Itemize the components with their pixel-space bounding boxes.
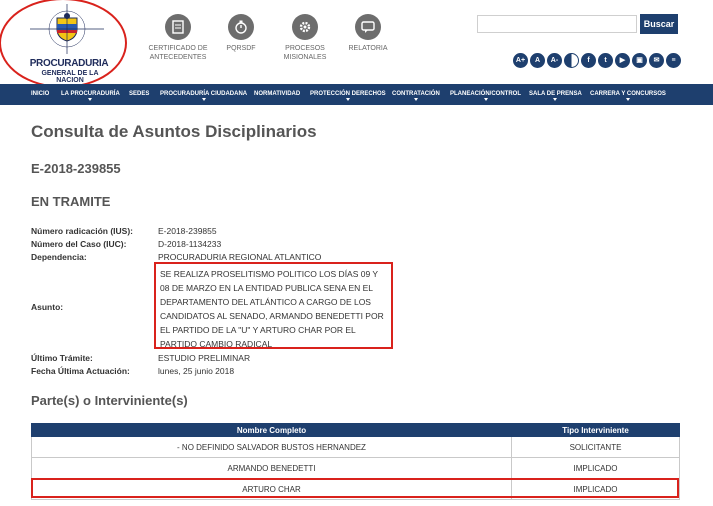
detail-label: Fecha Última Actuación: bbox=[31, 366, 130, 376]
quick-link-procesos[interactable]: PROCESOS MISIONALES bbox=[270, 14, 340, 62]
caret-down-icon bbox=[201, 98, 206, 101]
caret-down-icon bbox=[413, 98, 418, 101]
instagram-icon[interactable]: ▣ bbox=[632, 53, 647, 68]
quick-link-label: CERTIFICADO DE ANTECEDENTES bbox=[148, 45, 208, 61]
annotation-row-highlight bbox=[31, 478, 679, 498]
email-icon[interactable]: ✉ bbox=[649, 53, 664, 68]
party-type: SOLICITANTE bbox=[511, 436, 680, 458]
table-row: ARMANDO BENEDETTI IMPLICADO bbox=[31, 457, 680, 479]
case-id-heading: E-2018-239855 bbox=[31, 161, 121, 176]
font-decrease-button[interactable]: A- bbox=[547, 53, 562, 68]
detail-value: lunes, 25 junio 2018 bbox=[158, 366, 235, 376]
nav-item-carrera-concursos[interactable]: Carrera y Concursos bbox=[590, 84, 666, 105]
nav-item-planeacion-control[interactable]: Planeación/Control bbox=[450, 84, 521, 105]
caret-down-icon bbox=[553, 98, 558, 101]
detail-label: Número del Caso (IUC): bbox=[31, 239, 127, 249]
column-header: Nombre Completo bbox=[31, 423, 512, 437]
table-row: - NO DEFINIDO SALVADOR BUSTOS HERNANDEZ … bbox=[31, 436, 680, 458]
search-button[interactable]: Buscar bbox=[640, 14, 678, 34]
twitter-icon[interactable]: t bbox=[598, 53, 613, 68]
nav-item-sedes[interactable]: Sedes bbox=[129, 84, 149, 105]
caret-down-icon bbox=[88, 98, 93, 101]
main-nav: Inicio La Procuraduría Sedes Procuradurí… bbox=[0, 84, 713, 105]
compass-lines-icon bbox=[30, 4, 104, 54]
gear-icon bbox=[292, 14, 318, 40]
quick-link-label: PQRSDF bbox=[226, 45, 256, 52]
detail-label: Asunto: bbox=[31, 302, 64, 312]
quick-link-certificado[interactable]: CERTIFICADO DE ANTECEDENTES bbox=[143, 14, 213, 62]
quick-link-label: PROCESOS MISIONALES bbox=[283, 45, 327, 61]
chat-icon bbox=[355, 14, 381, 40]
nav-item-contratacion[interactable]: Contratación bbox=[392, 84, 440, 105]
caret-down-icon bbox=[483, 98, 488, 101]
rss-icon[interactable]: ≡ bbox=[666, 53, 681, 68]
contrast-icon[interactable] bbox=[564, 53, 579, 68]
search-input[interactable] bbox=[477, 15, 637, 33]
quick-link-pqrsdf[interactable]: PQRSDF bbox=[206, 14, 276, 53]
nav-item-sala-de-prensa[interactable]: Sala de Prensa bbox=[529, 84, 582, 105]
party-name: ARMANDO BENEDETTI bbox=[31, 457, 512, 479]
caret-down-icon bbox=[345, 98, 350, 101]
nav-item-proteccion-derechos[interactable]: Protección Derechos bbox=[310, 84, 386, 105]
font-increase-button[interactable]: A+ bbox=[513, 53, 528, 68]
nav-item-normatividad[interactable]: Normatividad bbox=[254, 84, 300, 105]
font-normal-button[interactable]: A bbox=[530, 53, 545, 68]
detail-label: Dependencia: bbox=[31, 252, 87, 262]
parties-heading: Parte(s) o Interviniente(s) bbox=[31, 393, 188, 408]
detail-label: Último Trámite: bbox=[31, 353, 93, 363]
logo-subtext: GENERAL DE LA NACION bbox=[41, 70, 99, 84]
procuraduria-logo[interactable]: PROCURADURIA GENERAL DE LA NACION bbox=[22, 4, 112, 84]
nav-item-procuraduria-ciudadana[interactable]: Procuraduría Ciudadana bbox=[160, 84, 247, 105]
stopwatch-icon bbox=[228, 14, 254, 40]
accessibility-social-bar: A+ A A- f t ▶ ▣ ✉ ≡ bbox=[513, 53, 681, 69]
detail-value: ESTUDIO PRELIMINAR bbox=[158, 353, 251, 363]
youtube-icon[interactable]: ▶ bbox=[615, 53, 630, 68]
party-name: - NO DEFINIDO SALVADOR BUSTOS HERNANDEZ bbox=[31, 436, 512, 458]
logo-text: PROCURADURIA bbox=[29, 58, 109, 69]
nav-item-inicio[interactable]: Inicio bbox=[31, 84, 49, 105]
caret-down-icon bbox=[625, 98, 630, 101]
party-type: IMPLICADO bbox=[511, 457, 680, 479]
quick-link-label: RELATORIA bbox=[348, 45, 388, 52]
facebook-icon[interactable]: f bbox=[581, 53, 596, 68]
detail-label: Número radicación (IUS): bbox=[31, 226, 134, 236]
quick-link-relatoria[interactable]: RELATORIA bbox=[333, 14, 403, 53]
detail-value: E-2018-239855 bbox=[158, 226, 217, 236]
status-heading: EN TRAMITE bbox=[31, 194, 111, 209]
site-header: PROCURADURIA GENERAL DE LA NACION CERTIF… bbox=[0, 0, 713, 88]
column-header: Tipo Interviniente bbox=[511, 423, 680, 437]
nav-item-la-procuraduria[interactable]: La Procuraduría bbox=[61, 84, 120, 105]
detail-value: PROCURADURIA REGIONAL ATLANTICO bbox=[158, 252, 322, 262]
detail-value: D-2018-1134233 bbox=[158, 239, 222, 249]
asunto-text-highlighted: SE REALIZA PROSELITISMO POLITICO LOS DÍA… bbox=[154, 262, 393, 349]
document-icon bbox=[165, 14, 191, 40]
table-header-row: Nombre Completo Tipo Interviniente bbox=[31, 423, 680, 437]
page-title: Consulta de Asuntos Disciplinarios bbox=[31, 122, 317, 141]
